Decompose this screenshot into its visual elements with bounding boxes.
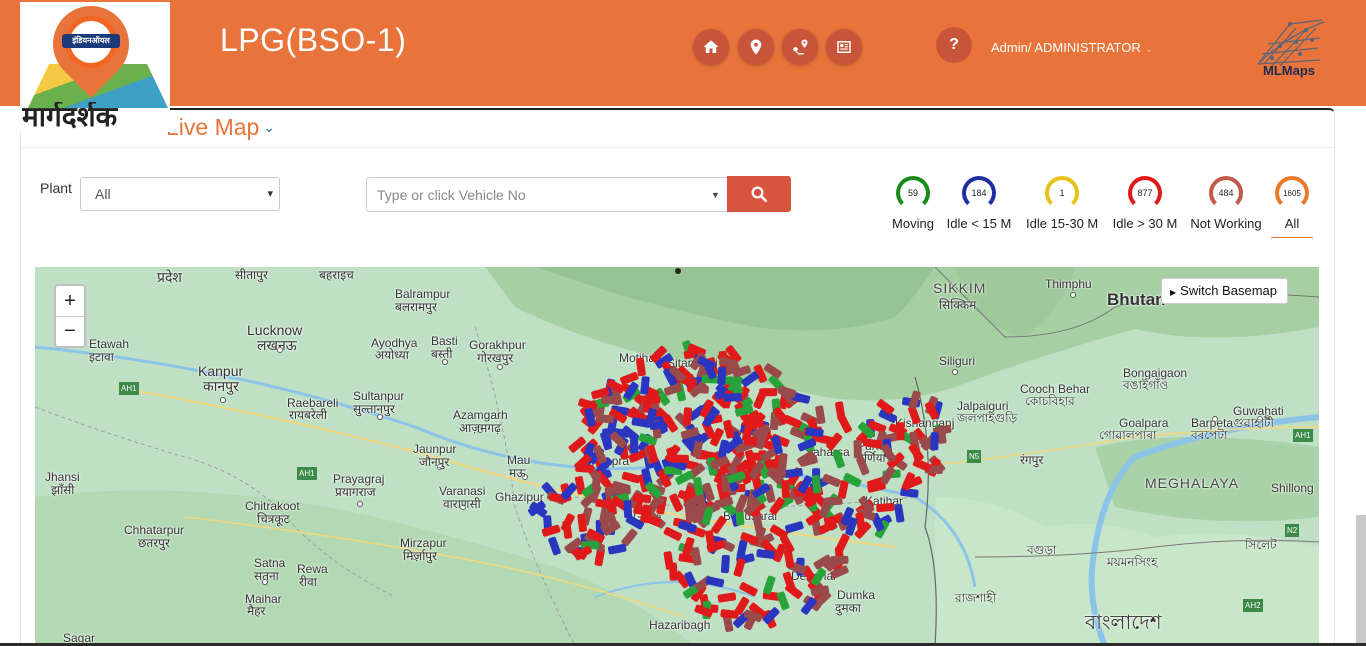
status-label: Idle > 30 M bbox=[1112, 216, 1178, 231]
status-count-ring: 59 bbox=[896, 176, 930, 210]
report-icon bbox=[837, 41, 851, 53]
user-menu[interactable]: Admin/ ADMINISTRATOR ⌄ bbox=[991, 40, 1153, 55]
vehicle-marker-icon[interactable] bbox=[894, 504, 905, 523]
plant-select-value: All bbox=[95, 186, 111, 202]
vehicle-marker-icon[interactable] bbox=[733, 558, 746, 578]
search-button[interactable] bbox=[727, 176, 791, 212]
plant-select[interactable]: All ▾ bbox=[80, 177, 280, 211]
vehicle-marker-icon[interactable] bbox=[548, 536, 562, 556]
zoom-in-button[interactable]: + bbox=[56, 286, 84, 316]
status-label: All bbox=[1284, 216, 1300, 231]
status-count-ring: 1 bbox=[1045, 176, 1079, 210]
app-logo[interactable]: इंडियनऑयल मार्गदर्शक bbox=[20, 0, 170, 132]
vehicle-marker-icon[interactable] bbox=[783, 549, 795, 568]
status-moving[interactable]: 59 Moving bbox=[890, 176, 936, 231]
vehicle-marker-icon[interactable] bbox=[619, 371, 639, 385]
map-pin-icon bbox=[750, 39, 762, 55]
vehicle-marker-icon[interactable] bbox=[784, 468, 803, 478]
status-label: Moving bbox=[892, 216, 934, 231]
vehicle-marker-icon[interactable] bbox=[881, 443, 897, 463]
vehicle-marker-icon[interactable] bbox=[912, 458, 932, 472]
vehicle-marker-icon[interactable] bbox=[717, 592, 737, 603]
user-name: Admin/ ADMINISTRATOR bbox=[991, 40, 1141, 55]
vehicle-marker-icon[interactable] bbox=[856, 456, 870, 476]
vehicle-marker-icon[interactable] bbox=[635, 357, 646, 377]
zoom-control: + − bbox=[54, 284, 86, 348]
chevron-down-icon: ▾ bbox=[267, 188, 273, 200]
vehicle-marker-icon[interactable] bbox=[832, 449, 846, 469]
vehicle-marker-icon[interactable] bbox=[763, 575, 776, 595]
vehicle-marker-icon[interactable] bbox=[781, 480, 790, 499]
vehicle-marker-icon[interactable] bbox=[930, 432, 939, 451]
app-page: इंडियनऑयल मार्गदर्शक LPG(BSO-1) ? Admin/… bbox=[0, 0, 1366, 646]
vehicle-marker-icon[interactable] bbox=[623, 500, 633, 519]
vehicle-marker-icon[interactable] bbox=[785, 521, 805, 534]
vehicle-marker-icon[interactable] bbox=[607, 543, 627, 555]
report-button[interactable] bbox=[826, 29, 862, 65]
top-header bbox=[0, 0, 1366, 102]
vehicle-marker-icon[interactable] bbox=[630, 435, 639, 454]
status-label: Not Working bbox=[1190, 216, 1262, 231]
vehicle-marker-icon[interactable] bbox=[759, 388, 778, 397]
status-count-ring: 484 bbox=[1209, 176, 1243, 210]
caret-down-icon: ▼ bbox=[711, 189, 720, 200]
header-strip bbox=[0, 102, 1366, 106]
vehicle-marker-icon[interactable] bbox=[723, 393, 742, 402]
status-not-working[interactable]: 484 Not Working bbox=[1190, 176, 1262, 231]
help-button[interactable]: ? bbox=[936, 27, 972, 63]
vehicle-marker-icon[interactable] bbox=[837, 414, 852, 434]
vehicle-marker-icon[interactable] bbox=[900, 487, 919, 498]
plant-label: Plant bbox=[40, 180, 72, 196]
home-button[interactable] bbox=[693, 29, 729, 65]
switch-basemap-button[interactable]: ▶ Switch Basemap bbox=[1161, 278, 1288, 304]
status-count-ring: 1605 bbox=[1275, 176, 1309, 210]
page-scrollbar[interactable] bbox=[1356, 515, 1366, 646]
vehicle-marker-icon[interactable] bbox=[896, 422, 905, 441]
status-label: Idle 15-30 M bbox=[1026, 216, 1099, 231]
vehicle-marker-icon[interactable] bbox=[595, 414, 615, 424]
vehicle-dropdown-toggle[interactable]: ▼ bbox=[704, 177, 728, 212]
search-icon bbox=[751, 186, 768, 203]
home-icon bbox=[703, 40, 719, 53]
location-button[interactable] bbox=[738, 29, 774, 65]
vehicle-marker-icon[interactable] bbox=[591, 472, 602, 491]
status-count-ring: 877 bbox=[1128, 176, 1162, 210]
app-title: LPG(BSO-1) bbox=[220, 22, 407, 58]
vehicle-marker-icon[interactable] bbox=[705, 576, 725, 588]
vehicle-marker-icon[interactable] bbox=[739, 581, 759, 597]
caret-right-icon: ▶ bbox=[1170, 288, 1177, 297]
vehicle-marker-icon[interactable] bbox=[621, 471, 641, 484]
vehicle-marker-icon[interactable] bbox=[575, 463, 594, 473]
vehicle-marker-icon[interactable] bbox=[612, 486, 631, 495]
status-count-ring: 184 bbox=[962, 176, 996, 210]
switch-basemap-label: Switch Basemap bbox=[1180, 283, 1277, 298]
live-map[interactable]: प्रदेश सीतापुर बहराइच Balrampur बलरामपुर… bbox=[35, 267, 1319, 646]
chevron-down-icon: ⌄ bbox=[263, 119, 276, 135]
page-title: Live Map bbox=[166, 114, 260, 140]
logo-text: मार्गदर्शक bbox=[22, 102, 118, 132]
route-icon bbox=[793, 39, 808, 55]
route-button[interactable] bbox=[782, 29, 818, 65]
status-idle-over-30[interactable]: 877 Idle > 30 M bbox=[1112, 176, 1178, 231]
vehicle-search-input[interactable] bbox=[366, 177, 705, 212]
vehicle-marker-icon[interactable] bbox=[717, 366, 727, 385]
vehicle-markers-layer bbox=[528, 340, 952, 633]
mlmaps-logo-text: MLMaps bbox=[1263, 63, 1315, 78]
vehicle-marker-icon[interactable] bbox=[720, 554, 730, 574]
logo-brand: इंडियनऑयल bbox=[62, 34, 120, 48]
vehicle-marker-icon[interactable] bbox=[876, 502, 895, 513]
zoom-out-button[interactable]: − bbox=[56, 316, 84, 346]
status-label: Idle < 15 M bbox=[946, 216, 1012, 231]
status-idle-under-15[interactable]: 184 Idle < 15 M bbox=[946, 176, 1012, 231]
vehicle-marker-icon[interactable] bbox=[668, 562, 678, 581]
page-title-dropdown[interactable]: Live Map ⌄ bbox=[166, 114, 275, 141]
chevron-down-icon: ⌄ bbox=[1144, 44, 1154, 55]
status-all[interactable]: 1605 All bbox=[1271, 176, 1313, 238]
vehicle-marker-icon[interactable] bbox=[711, 515, 728, 534]
vehicle-marker-icon[interactable] bbox=[682, 407, 693, 426]
vehicle-marker-icon[interactable] bbox=[663, 526, 683, 541]
status-idle-15-30[interactable]: 1 Idle 15-30 M bbox=[1026, 176, 1098, 231]
vehicle-marker-icon[interactable] bbox=[853, 440, 862, 459]
